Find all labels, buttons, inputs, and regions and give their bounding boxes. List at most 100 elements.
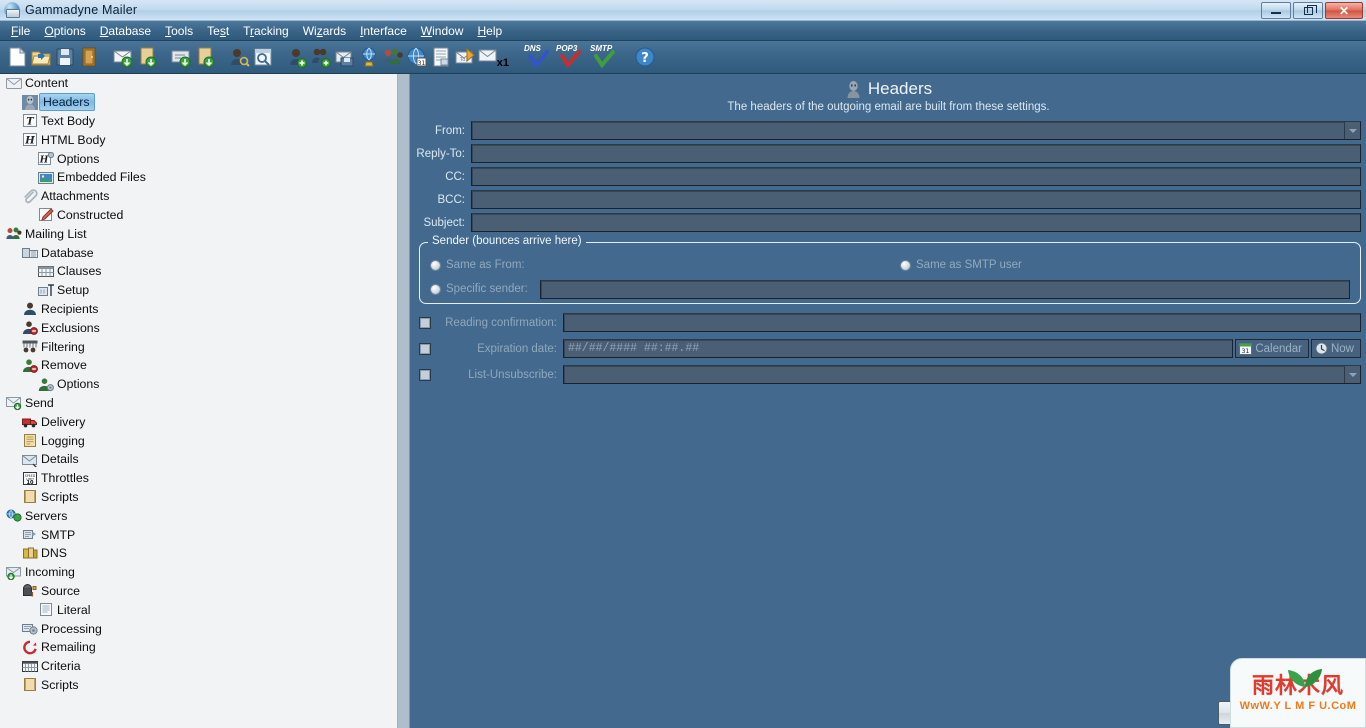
menu-wizards[interactable]: Wizards	[296, 22, 353, 40]
reading-confirmation-value	[564, 314, 1360, 318]
reply-to-input[interactable]	[471, 144, 1361, 163]
envelope-content-icon	[6, 76, 22, 91]
expiration-date-checkbox[interactable]	[419, 342, 431, 355]
sidebar-item-smtp[interactable]: SMTP	[0, 525, 397, 544]
dns-check-icon[interactable]: DNS	[524, 44, 554, 68]
save-floppy-icon[interactable]	[54, 46, 76, 68]
sidebar-item-literal[interactable]: Literal	[0, 600, 397, 619]
pop3-label: POP3	[556, 44, 578, 53]
sidebar-item-throttles[interactable]: SPEED LIMIT 10 Throttles	[0, 469, 397, 488]
smtp-server-icon	[22, 527, 38, 542]
export-card-icon[interactable]	[170, 46, 192, 68]
menu-tracking[interactable]: Tracking	[236, 22, 296, 40]
sidebar-item-details[interactable]: Details	[0, 450, 397, 469]
menu-file[interactable]: File	[4, 22, 37, 40]
sidebar-item-dns[interactable]: DNS	[0, 544, 397, 563]
minimize-icon	[1271, 12, 1281, 14]
preview-magnifier-icon[interactable]	[252, 46, 274, 68]
sidebar-item-content[interactable]: Content	[0, 74, 397, 93]
sidebar-item-servers[interactable]: Servers	[0, 506, 397, 525]
send-one-mail-icon[interactable]: x1	[478, 46, 509, 69]
send-to-mail-icon[interactable]: To:	[454, 46, 476, 68]
smtp-check-icon[interactable]: SMTP	[590, 44, 622, 68]
sidebar-item-exclusions[interactable]: Exclusions	[0, 318, 397, 337]
menu-options[interactable]: Options	[37, 22, 92, 40]
sidebar-item-options[interactable]: Options	[0, 375, 397, 394]
sidebar-item-processing[interactable]: Processing	[0, 619, 397, 638]
remove-users-icon[interactable]	[334, 46, 356, 68]
sidebar-item-remailing[interactable]: Remailing	[0, 638, 397, 657]
sidebar-item-embedded-files[interactable]: Embedded Files	[0, 168, 397, 187]
radio-specific-sender[interactable]: Specific sender:	[430, 279, 540, 299]
export-scroll-icon[interactable]	[194, 46, 216, 68]
list-unsubscribe-checkbox[interactable]	[419, 368, 431, 381]
menu-database[interactable]: Database	[93, 22, 158, 40]
menu-test[interactable]: Test	[200, 22, 236, 40]
sidebar-item-logging[interactable]: Logging	[0, 431, 397, 450]
user-search-icon[interactable]	[228, 46, 250, 68]
sidebar-item-headers[interactable]: Headers	[0, 93, 397, 112]
globe-calendar-icon[interactable]: 31	[406, 46, 428, 68]
sidebar-item-mailing-list[interactable]: Mailing List	[0, 224, 397, 243]
sidebar-item-send[interactable]: Send	[0, 394, 397, 413]
menu-help[interactable]: Help	[470, 22, 509, 40]
sidebar-item-remove[interactable]: Remove	[0, 356, 397, 375]
bcc-input[interactable]	[471, 190, 1361, 209]
sidebar-item-options[interactable]: H Options	[0, 149, 397, 168]
specific-sender-input[interactable]	[540, 279, 1350, 299]
sidebar-item-label: Content	[25, 76, 69, 91]
sidebar-item-setup[interactable]: Setup	[0, 281, 397, 300]
page-subtitle: The headers of the outgoing email are bu…	[727, 101, 1050, 113]
add-users-icon[interactable]	[310, 46, 332, 68]
sidebar-item-label: Delivery	[41, 414, 86, 429]
reading-confirmation-input[interactable]	[563, 313, 1361, 332]
sidebar-item-constructed[interactable]: Constructed	[0, 206, 397, 225]
from-input[interactable]	[471, 121, 1361, 140]
sidebar-item-text-body[interactable]: T Text Body	[0, 112, 397, 131]
calendar-button[interactable]: 31 Calendar	[1235, 339, 1309, 358]
expiration-date-input[interactable]: ##/##/#### ##:##.##	[563, 339, 1234, 358]
navigation-tree[interactable]: Content Headers T Text Body H HTML Body H Optio…	[0, 74, 398, 728]
sidebar-item-scripts[interactable]: Scripts	[0, 488, 397, 507]
sidebar-item-criteria[interactable]: Criteria	[0, 657, 397, 676]
sidebar-scrollbar[interactable]	[398, 74, 410, 728]
sidebar-item-delivery[interactable]: Delivery	[0, 412, 397, 431]
radio-same-as-from[interactable]: Same as From:	[430, 255, 900, 275]
pop3-check-icon[interactable]: POP3	[556, 44, 588, 68]
menu-interface[interactable]: Interface	[353, 22, 414, 40]
cc-input[interactable]	[471, 167, 1361, 186]
list-unsubscribe-input[interactable]	[563, 365, 1361, 384]
maximize-button[interactable]	[1293, 2, 1323, 19]
globe-lamp-icon[interactable]	[358, 46, 380, 68]
import-mail-icon[interactable]	[112, 46, 134, 68]
window-titlebar[interactable]: Gammadyne Mailer ✕	[0, 0, 1366, 21]
exit-door-icon[interactable]	[78, 46, 100, 68]
sidebar-item-html-body[interactable]: H HTML Body	[0, 130, 397, 149]
menu-tools[interactable]: Tools	[158, 22, 200, 40]
open-folder-icon[interactable]	[30, 46, 52, 68]
report-icon[interactable]	[430, 46, 452, 68]
group-users-icon[interactable]	[382, 46, 404, 68]
minimize-button[interactable]	[1261, 2, 1291, 19]
help-question-icon[interactable]: ?	[634, 46, 656, 68]
reading-confirmation-checkbox[interactable]	[419, 316, 431, 329]
now-button[interactable]: Now	[1310, 339, 1361, 358]
menu-window[interactable]: Window	[414, 22, 471, 40]
sidebar-item-recipients[interactable]: Recipients	[0, 300, 397, 319]
add-user-icon[interactable]	[286, 46, 308, 68]
sidebar-item-incoming[interactable]: Incoming	[0, 563, 397, 582]
from-dropdown-button[interactable]	[1344, 122, 1360, 139]
radio-same-as-smtp[interactable]: Same as SMTP user	[900, 255, 1022, 275]
import-scroll-icon[interactable]	[136, 46, 158, 68]
sidebar-item-scripts[interactable]: Scripts	[0, 676, 397, 695]
sidebar-item-attachments[interactable]: Attachments	[0, 187, 397, 206]
sidebar-item-clauses[interactable]: Clauses	[0, 262, 397, 281]
list-unsubscribe-dropdown-button[interactable]	[1344, 366, 1360, 383]
sidebar-item-source[interactable]: Source	[0, 582, 397, 601]
close-button[interactable]: ✕	[1325, 2, 1363, 19]
sidebar-item-filtering[interactable]: Filtering	[0, 337, 397, 356]
new-document-icon[interactable]	[6, 46, 28, 68]
sidebar-item-database[interactable]: Database	[0, 243, 397, 262]
sidebar-item-label: Remailing	[41, 640, 96, 655]
subject-input[interactable]	[471, 213, 1361, 232]
